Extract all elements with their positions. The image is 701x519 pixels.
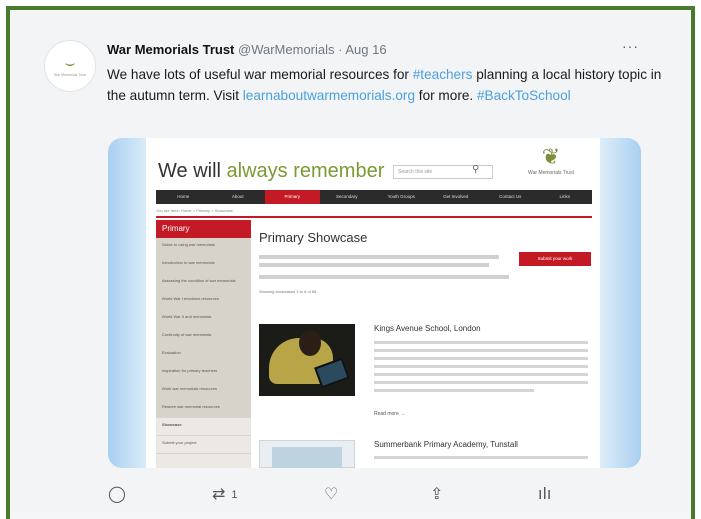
showcase-photo xyxy=(259,324,355,396)
site-title-part: We will xyxy=(158,160,227,182)
site-title: We will always remember xyxy=(158,160,384,183)
sidebar-heading: Primary xyxy=(156,220,251,238)
entry-text xyxy=(374,456,588,459)
sidebar-item: Showcase xyxy=(156,418,251,436)
share-icon[interactable]: ⇪ xyxy=(430,484,443,503)
entry-text xyxy=(374,349,588,352)
submit-work-button: Submit your work xyxy=(519,252,591,266)
wreath-icon: ❦ xyxy=(541,145,561,170)
retweet-count: 1 xyxy=(231,488,238,501)
author-name[interactable]: War Memorials Trust xyxy=(107,42,234,57)
site-title-part: always remember xyxy=(226,160,385,182)
intro-text xyxy=(259,255,499,259)
sidebar-item: Work war memorials resources xyxy=(156,382,251,400)
nav-item: Primary xyxy=(265,190,320,204)
entry-text xyxy=(374,381,588,384)
more-options-icon[interactable]: ··· xyxy=(622,38,639,54)
reply-icon[interactable]: ◯ xyxy=(108,484,126,503)
site-main: Primary Showcase Submit your work Showin… xyxy=(259,226,594,294)
nav-item: Contact Us xyxy=(499,194,522,199)
hashtag-teachers-link[interactable]: #teachers xyxy=(413,67,473,82)
sidebar-item: Guide to using war memorials xyxy=(156,238,251,256)
hashtag-backtoschool-link[interactable]: #BackToSchool xyxy=(477,88,571,103)
nav-item: About xyxy=(231,194,244,199)
intro-text xyxy=(259,263,489,267)
tweet-actions: ◯ ⇄ 1 ♡ ⇪ ılı xyxy=(108,484,648,506)
showing-count: Showing showcases 1 to 6 of 88 xyxy=(259,289,317,294)
retweet-icon: ⇄ xyxy=(212,484,226,503)
nav-item: Secondary xyxy=(335,194,358,199)
site-logo: ❦ War Memorials Trust xyxy=(516,146,586,186)
site-navbar: Home About Primary Secondary Youth Groups Get… xyxy=(156,190,592,204)
intro-text xyxy=(259,275,509,279)
site-sidebar: Primary Guide to using war memorials Intr… xyxy=(156,220,251,468)
nav-item: Get Involved xyxy=(443,194,469,199)
entry-title: Kings Avenue School, London xyxy=(374,324,481,333)
sidebar-item: Continuity of war memorials xyxy=(156,328,251,346)
author-handle[interactable]: @WarMemorials xyxy=(238,42,335,57)
showcase-photo xyxy=(259,440,355,468)
tweet-header: War Memorials Trust @WarMemorials · Aug … xyxy=(107,42,387,57)
retweet-button[interactable]: ⇄ 1 xyxy=(212,484,238,503)
nav-item: Home xyxy=(177,194,190,199)
tweet-date[interactable]: Aug 16 xyxy=(345,42,386,57)
tweet-text: We have lots of useful war memorial reso… xyxy=(107,64,662,106)
wreath-icon: ⌣ xyxy=(64,52,76,72)
search-icon: ⚲ xyxy=(472,164,480,175)
sidebar-item: World War I emotions resources xyxy=(156,292,251,310)
website-link[interactable]: learnaboutwarmemorials.org xyxy=(243,88,415,103)
entry-text xyxy=(374,365,588,368)
tweet-media-image[interactable]: We will always remember Search this site… xyxy=(108,138,641,468)
child-head xyxy=(299,330,321,356)
entry-title: Summerbank Primary Academy, Tunstall xyxy=(374,440,518,449)
analytics-icon[interactable]: ılı xyxy=(538,484,551,503)
avatar-org-text: War Memorials Trust xyxy=(53,72,87,77)
entry-text xyxy=(374,341,588,344)
sidebar-item: Assessing the condition of war memorials xyxy=(156,274,251,292)
sidebar-item: Submit your project xyxy=(156,436,251,454)
sidebar-item: Restore war memorial resources xyxy=(156,400,251,418)
entry-text xyxy=(374,373,588,376)
tweet-text-part: for more. xyxy=(415,88,477,103)
tweet-text-part: We have lots of useful war memorial reso… xyxy=(107,67,413,82)
site-logo-text: War Memorials Trust xyxy=(528,170,574,176)
website-screenshot: We will always remember Search this site… xyxy=(146,138,600,468)
photo-detail xyxy=(272,447,342,468)
avatar[interactable]: ⌣ War Memorials Trust xyxy=(44,40,96,92)
nav-item: Links xyxy=(559,194,570,199)
sidebar-item: Inspiration for primary teachers xyxy=(156,364,251,382)
breadcrumb: You are here: Home > Primary > Showcase xyxy=(156,208,234,213)
read-more-link: Read more → xyxy=(374,411,406,417)
sidebar-item: Evaluation xyxy=(156,346,251,364)
showcase-title: Primary Showcase xyxy=(259,230,368,245)
header-separator: · xyxy=(334,42,346,57)
heart-icon[interactable]: ♡ xyxy=(324,484,338,503)
divider xyxy=(156,216,592,218)
entry-text xyxy=(374,389,534,392)
entry-text xyxy=(374,357,588,360)
sidebar-item: World War II and memorials xyxy=(156,310,251,328)
nav-item: Youth Groups xyxy=(387,194,415,199)
sidebar-item: Introduction to war memorials xyxy=(156,256,251,274)
